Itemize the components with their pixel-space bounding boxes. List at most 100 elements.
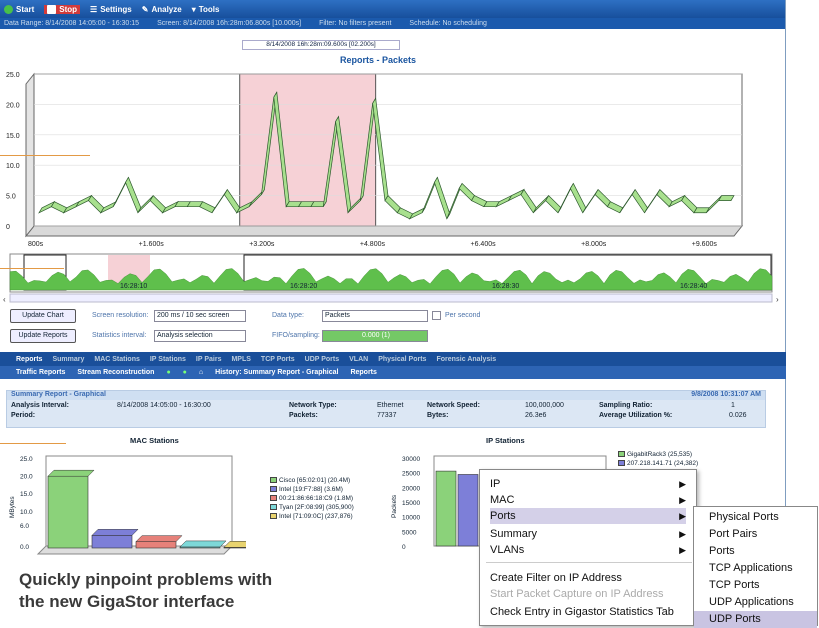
y-tick-label: 10.0 — [6, 163, 20, 170]
x-tick-label: +3.200s — [249, 241, 275, 248]
mac-legend-item: Intel [19:F7:88] (3.6M) — [270, 485, 354, 494]
menu-item-label: Start Packet Capture on IP Address — [490, 588, 664, 600]
tab-vlan[interactable]: VLAN — [349, 356, 368, 363]
submenu-item-physical-ports[interactable]: Physical Ports — [694, 509, 817, 526]
stream-reconstruction-button[interactable]: Stream Reconstruction — [77, 369, 154, 376]
mac-bar-top — [91, 529, 139, 536]
update-chart-button[interactable]: Update Chart — [10, 309, 76, 323]
screen-resolution-select[interactable]: 200 ms / 10 sec screen — [154, 310, 246, 322]
scroll-right-icon[interactable]: › — [776, 295, 779, 304]
tab-physical-ports[interactable]: Physical Ports — [378, 356, 426, 363]
mac-y-tick: 6.0 — [20, 523, 29, 530]
context-menu: IP ▶ MAC ▶ Ports ▶ Summary ▶ VLANs ▶ Create Filter… — [479, 469, 697, 626]
reports-dropdown[interactable]: Reports — [350, 369, 376, 376]
analyze-label: Analyze — [151, 4, 182, 14]
menu-item-label: Summary — [490, 528, 538, 540]
time-selection-chip[interactable]: 8/14/2008 16h:28m:09.600s [02.200s] — [242, 40, 400, 50]
x-tick-label: +6.400s — [471, 241, 497, 248]
history-dropdown[interactable]: History: Summary Report - Graphical — [215, 369, 338, 376]
tab-forensic-analysis[interactable]: Forensic Analysis — [436, 356, 496, 363]
per-second-checkbox[interactable] — [432, 311, 441, 320]
settings-icon: ☰ — [90, 4, 98, 14]
traffic-reports-button[interactable]: Traffic Reports — [16, 369, 65, 376]
ip-y-tick: 15000 — [402, 500, 420, 507]
fifo-sampling-label: FIFO/sampling: — [272, 332, 320, 339]
tab-ip-pairs[interactable]: IP Pairs — [196, 356, 222, 363]
tab-mac-stations[interactable]: MAC Stations — [94, 356, 140, 363]
analyze-button[interactable]: ✎ Analyze — [142, 5, 182, 14]
context-menu-item-create[interactable]: Create Filter on IP Address — [490, 570, 686, 586]
tab-mpls[interactable]: MPLS — [231, 356, 250, 363]
statistics-interval-select[interactable]: Analysis selection — [154, 330, 246, 342]
mac-legend-item: 00:21:86:66:18:C9 (1.8M) — [270, 494, 354, 503]
menu-item-label: IP — [490, 478, 501, 490]
update-reports-button[interactable]: Update Reports — [10, 329, 76, 343]
context-menu-item-mac[interactable]: MAC ▶ — [490, 492, 686, 508]
submenu-arrow-icon: ▶ — [679, 479, 686, 489]
overview-tick-label: 16:28:30 — [492, 283, 519, 290]
context-menu-item-vlans[interactable]: VLANs ▶ — [490, 542, 686, 558]
submenu-item-ports[interactable]: Ports — [694, 543, 817, 560]
tab-ip-stations[interactable]: IP Stations — [150, 356, 186, 363]
tab-reports[interactable]: Reports — [16, 356, 42, 363]
overview-timeline[interactable]: 16:28:10 16:28:20 16:28:30 16:28:40 ‹ › — [0, 252, 786, 304]
context-menu-item-start: Start Packet Capture on IP Address — [490, 586, 686, 602]
caption-line-1: Quickly pinpoint problems with — [19, 570, 273, 589]
bytes-label: Bytes: — [427, 412, 449, 419]
data-type-select[interactable]: Packets — [322, 310, 428, 322]
x-tick-label: +1.600s — [139, 241, 165, 248]
schedule-status: Schedule: No scheduling — [409, 20, 487, 27]
caption: Quickly pinpoint problems with the new G… — [19, 569, 272, 613]
fifo-sampling-bar[interactable]: 0.000 (1) — [322, 330, 428, 342]
settings-button[interactable]: ☰ Settings — [90, 5, 132, 14]
tools-button[interactable]: ▾ Tools — [192, 5, 220, 14]
submenu-item-tcp-applications[interactable]: TCP Applications — [694, 560, 817, 577]
y-tick-label: 0 — [6, 224, 10, 231]
context-menu-item-ports[interactable]: Ports ▶ — [490, 508, 686, 524]
home-icon[interactable]: ⌂ — [199, 369, 203, 376]
legend-text: GigabitRack3 (25,535) — [627, 451, 693, 458]
stop-button[interactable]: Stop — [44, 4, 81, 14]
mac-bar — [47, 475, 89, 549]
mac-stations-chart[interactable]: 0.0 6.0 10.0 15.0 20.0 25.0 MBytes — [6, 448, 246, 560]
sampling-ratio-value: 1 — [731, 402, 735, 409]
mac-y-tick: 0.0 — [20, 544, 29, 551]
back-icon[interactable]: ● — [166, 369, 170, 376]
submenu-item-udp-applications[interactable]: UDP Applications — [694, 594, 817, 611]
mac-bar — [135, 541, 177, 549]
submenu-item-tcp-ports[interactable]: TCP Ports — [694, 577, 817, 594]
ip-legend-item: GigabitRack3 (25,535) — [618, 450, 698, 459]
x-tick-label: +8.000s — [581, 241, 607, 248]
network-type-value: Ethernet — [377, 402, 404, 409]
tab-tcp-ports[interactable]: TCP Ports — [261, 356, 295, 363]
legend-swatch — [270, 513, 277, 520]
scroll-left-icon[interactable]: ‹ — [3, 295, 6, 304]
tab-summary[interactable]: Summary — [52, 356, 84, 363]
submenu-item-port-pairs[interactable]: Port Pairs — [694, 526, 817, 543]
legend-swatch — [270, 495, 277, 502]
start-button[interactable]: Start — [4, 4, 34, 14]
tools-label: Tools — [198, 4, 220, 14]
menu-item-label: Ports — [490, 510, 516, 522]
context-menu-item-summary[interactable]: Summary ▶ — [490, 526, 686, 542]
y-tick-label: 5.0 — [6, 194, 16, 201]
overview-scrollbar[interactable] — [9, 293, 773, 303]
legend-swatch — [270, 477, 277, 484]
analysis-interval-label: Analysis Interval: — [11, 402, 69, 409]
report-subbar: Traffic Reports Stream Reconstruction ● … — [0, 366, 786, 379]
ip-y-tick: 25000 — [402, 471, 420, 478]
context-menu-item-ip[interactable]: IP ▶ — [490, 476, 686, 492]
mac-y-label: MBytes — [9, 496, 16, 518]
callout-line-summary — [0, 443, 66, 444]
ip-y-tick: 20000 — [402, 485, 420, 492]
submenu-item-udp-ports[interactable]: UDP Ports — [694, 611, 817, 628]
forward-icon[interactable]: ● — [183, 369, 187, 376]
packets-chart[interactable]: 0 5.0 10.0 15.0 20.0 25.0 800s +1.600s +3.200s +… — [0, 66, 786, 250]
submenu-arrow-icon: ▶ — [679, 545, 686, 555]
overview-tick-label: 16:28:20 — [290, 283, 317, 290]
ip-bar — [435, 470, 457, 547]
context-menu-item-check[interactable]: Check Entry in Gigastor Statistics Tab — [490, 604, 686, 620]
mac-y-tick: 15.0 — [20, 491, 33, 498]
info-bar: Data Range: 8/14/2008 14:05:00 - 16:30:1… — [0, 18, 785, 29]
tab-udp-ports[interactable]: UDP Ports — [305, 356, 340, 363]
